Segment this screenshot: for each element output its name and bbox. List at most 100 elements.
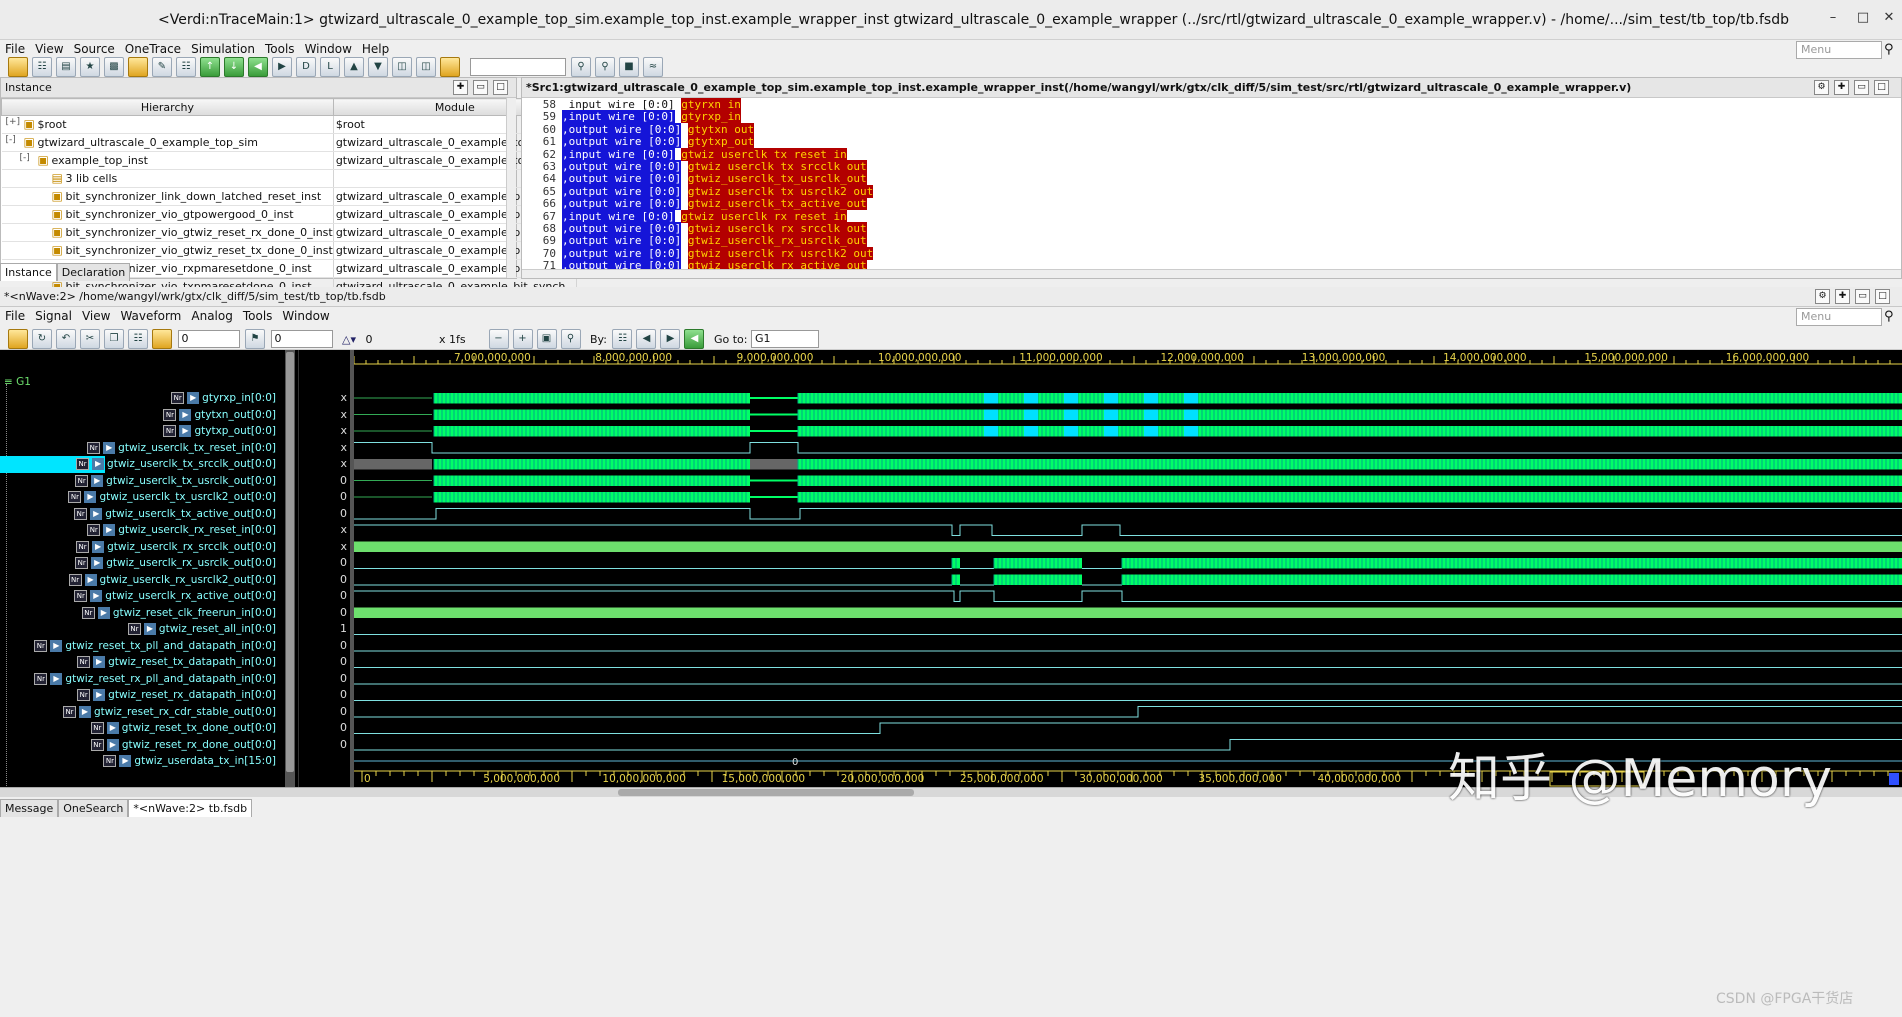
module-icon[interactable]: ▤ bbox=[56, 57, 76, 77]
hierarchy-row[interactable]: [+] ▣ $root $root bbox=[1, 115, 577, 134]
signal-row[interactable]: Nr ▶ gtwiz_reset_tx_datapath_in[0:0] bbox=[77, 654, 276, 671]
back-icon[interactable]: ◀ bbox=[684, 329, 705, 349]
nwave-menu-signal[interactable]: Signal bbox=[30, 307, 77, 325]
zoom-all-icon[interactable]: ⚲ bbox=[560, 329, 581, 349]
undo-icon[interactable]: ↶ bbox=[56, 329, 76, 349]
source-line[interactable]: 59 ,input wire [0:0] gtyrxp_in bbox=[522, 110, 1901, 124]
expand-toggle-icon[interactable]: [+] bbox=[6, 117, 24, 133]
minimize-button[interactable]: – bbox=[1822, 10, 1844, 30]
port-name[interactable]: gtytxp_out bbox=[687, 135, 755, 149]
tab-message[interactable]: Message bbox=[0, 799, 59, 817]
doc-icon[interactable]: ☷ bbox=[176, 57, 196, 77]
down-trace-icon[interactable]: ▼ bbox=[368, 57, 388, 77]
signal-name[interactable]: gtwiz_userclk_rx_srcclk_out[0:0] bbox=[107, 541, 276, 553]
sim-icon[interactable]: ≈ bbox=[643, 57, 663, 77]
marker-icon[interactable]: ⚑ bbox=[245, 329, 265, 349]
signal-name[interactable]: gtwiz_reset_rx_cdr_stable_out[0:0] bbox=[94, 706, 276, 718]
search-icon[interactable]: ⚲ bbox=[1884, 42, 1894, 57]
connect-icon[interactable]: ◫ bbox=[392, 57, 412, 77]
signal-name-panel[interactable]: ≡ G1 Nr ▶ gtyrxp_in[0:0] Nr ▶ gtytxn_out[0:0]… bbox=[0, 350, 284, 788]
palette-icon[interactable]: ■ bbox=[619, 57, 639, 77]
up-level-icon[interactable]: ↑ bbox=[200, 57, 220, 77]
signal-name[interactable]: gtwiz_userclk_rx_reset_in[0:0] bbox=[118, 524, 276, 536]
signal-row[interactable]: Nr ▶ gtwiz_userclk_rx_reset_in[0:0] bbox=[87, 522, 276, 539]
signal-name[interactable]: gtwiz_reset_all_in[0:0] bbox=[159, 623, 276, 635]
port-name[interactable]: gtwiz_userclk_tx_reset_in bbox=[681, 147, 847, 161]
nwave-menu-tools[interactable]: Tools bbox=[238, 307, 278, 325]
signal-name[interactable]: gtwiz_userclk_tx_active_out[0:0] bbox=[105, 508, 276, 520]
source-code-view[interactable]: 58 input wire [0:0] gtyrxn_in 59 ,input wi… bbox=[522, 98, 1901, 273]
pin-icon[interactable]: ✚ bbox=[1834, 80, 1849, 95]
nwave-menu-view[interactable]: View bbox=[77, 307, 115, 325]
prev-edge-icon[interactable]: ◀ bbox=[636, 329, 657, 349]
next-edge-icon[interactable]: ▶ bbox=[660, 329, 681, 349]
signal-row[interactable]: Nr ▶ gtwiz_reset_rx_done_out[0:0] bbox=[90, 737, 276, 754]
signal-name[interactable]: gtwiz_userclk_tx_usrclk_out[0:0] bbox=[106, 475, 276, 487]
scope-dropdown[interactable] bbox=[469, 58, 566, 76]
signal-row[interactable]: Nr ▶ gtwiz_userclk_tx_usrclk_out[0:0] bbox=[75, 473, 276, 490]
port-name[interactable]: gtwiz_userclk_tx_usrclk2_out bbox=[687, 184, 874, 198]
package-icon[interactable] bbox=[440, 57, 460, 77]
up-trace-icon[interactable]: ▲ bbox=[344, 57, 364, 77]
signal-row[interactable]: Nr ▶ gtwiz_userclk_tx_reset_in[0:0] bbox=[87, 440, 276, 457]
gear-icon[interactable]: ⚙ bbox=[1815, 289, 1830, 304]
pin-icon[interactable]: ✚ bbox=[1835, 289, 1850, 304]
connect2-icon[interactable]: ◫ bbox=[416, 57, 436, 77]
zoom-out-icon[interactable]: − bbox=[488, 329, 509, 349]
port-name[interactable]: gtwiz_userclk_rx_usrclk2_out bbox=[687, 246, 874, 260]
open-folder-icon[interactable] bbox=[8, 57, 28, 77]
undock-icon[interactable]: ▭ bbox=[1854, 80, 1869, 95]
max-pane-icon[interactable]: □ bbox=[493, 80, 508, 95]
port-name[interactable]: gtwiz_userclk_tx_active_out bbox=[687, 197, 867, 211]
source-hscrollbar[interactable] bbox=[522, 269, 1901, 278]
signal-row[interactable]: Nr ▶ gtwiz_reset_tx_pll_and_datapath_in[0:… bbox=[34, 638, 276, 655]
expand-toggle-icon[interactable] bbox=[34, 225, 52, 241]
max-pane-icon[interactable]: □ bbox=[1875, 289, 1890, 304]
port-name[interactable]: gtytxn_out bbox=[687, 122, 755, 136]
signal-row[interactable]: Nr ▶ gtyrxp_in[0:0] bbox=[171, 390, 276, 407]
hierarchy-row[interactable]: ▣ bit_synchronizer_vio_gtwiz_reset_rx_don… bbox=[1, 223, 577, 242]
column-hierarchy[interactable]: Hierarchy bbox=[1, 98, 334, 116]
source-line[interactable]: 61 ,output wire [0:0] gtytxp_out bbox=[522, 135, 1901, 149]
port-name[interactable]: gtwiz_userclk_tx_srcclk_out bbox=[687, 159, 867, 173]
open-file-icon[interactable] bbox=[8, 329, 28, 349]
search-icon[interactable]: ⚲ bbox=[1884, 309, 1894, 324]
hierarchy-row[interactable]: ▣ bit_synchronizer_vio_gtwiz_reset_tx_don… bbox=[1, 241, 577, 260]
expand-toggle-icon[interactable] bbox=[34, 243, 52, 259]
signal-row[interactable]: Nr ▶ gtwiz_userclk_rx_srcclk_out[0:0] bbox=[76, 539, 276, 556]
hierarchy-row[interactable]: ▤ 3 lib cells bbox=[1, 169, 577, 188]
source-line[interactable]: 66 ,output wire [0:0] gtwiz_userclk_tx_ac… bbox=[522, 197, 1901, 211]
waveform-canvas[interactable]: 7,000,000,000 8,000,000,000 9,000,000,000 1… bbox=[354, 350, 1902, 788]
signal-row[interactable]: Nr ▶ gtwiz_userdata_tx_in[15:0] bbox=[103, 753, 276, 770]
zoom-in-icon[interactable]: + bbox=[512, 329, 533, 349]
pointer-icon[interactable] bbox=[152, 329, 172, 349]
find-next-icon[interactable]: ⚲ bbox=[595, 57, 615, 77]
signal-name[interactable]: gtwiz_userclk_rx_usrclk_out[0:0] bbox=[106, 557, 276, 569]
tab-instance[interactable]: Instance bbox=[0, 263, 57, 281]
signal-name[interactable]: gtwiz_reset_rx_datapath_in[0:0] bbox=[108, 689, 276, 701]
signal-name[interactable]: gtwiz_userclk_rx_active_out[0:0] bbox=[105, 590, 276, 602]
expand-toggle-icon[interactable]: [-] bbox=[6, 135, 24, 151]
nwave-menu-file[interactable]: File bbox=[0, 307, 30, 325]
signal-name[interactable]: gtwiz_reset_clk_freerun_in[0:0] bbox=[113, 607, 276, 619]
tab-nwave[interactable]: *<nWave:2> tb.fsdb bbox=[128, 799, 253, 817]
goto-dropdown[interactable]: G1 bbox=[750, 330, 819, 348]
back-arrow-icon[interactable]: ◀ bbox=[248, 57, 268, 77]
signal-name[interactable]: gtwiz_reset_tx_pll_and_datapath_in[0:0] bbox=[65, 640, 276, 652]
copy-icon[interactable]: ❐ bbox=[104, 329, 124, 349]
signal-row[interactable]: Nr ▶ gtwiz_userclk_tx_active_out[0:0] bbox=[74, 506, 276, 523]
port-name[interactable]: gtwiz_userclk_rx_usrclk_out bbox=[687, 234, 867, 248]
find-icon[interactable]: ⚲ bbox=[571, 57, 591, 77]
menu-search-input[interactable]: Menu bbox=[1796, 41, 1882, 59]
signal-row[interactable]: Nr ▶ gtwiz_reset_clk_freerun_in[0:0] bbox=[81, 605, 276, 622]
driver-icon[interactable]: D bbox=[296, 57, 316, 77]
reload-icon[interactable]: ↻ bbox=[32, 329, 52, 349]
expand-toggle-icon[interactable] bbox=[34, 171, 52, 187]
signal-name[interactable]: gtwiz_reset_tx_done_out[0:0] bbox=[122, 722, 276, 734]
signal-row[interactable]: Nr ▶ gtytxp_out[0:0] bbox=[163, 423, 276, 440]
signal-row[interactable]: Nr ▶ gtwiz_reset_rx_pll_and_datapath_in[0:… bbox=[34, 671, 276, 688]
hierarchy-row[interactable]: [-] ▣ gtwizard_ultrascale_0_example_top_si… bbox=[1, 133, 577, 152]
expand-toggle-icon[interactable]: [-] bbox=[20, 153, 38, 169]
marker-time-input[interactable]: 0 bbox=[270, 330, 333, 348]
signal-name[interactable]: gtwiz_userdata_tx_in[15:0] bbox=[134, 755, 276, 767]
